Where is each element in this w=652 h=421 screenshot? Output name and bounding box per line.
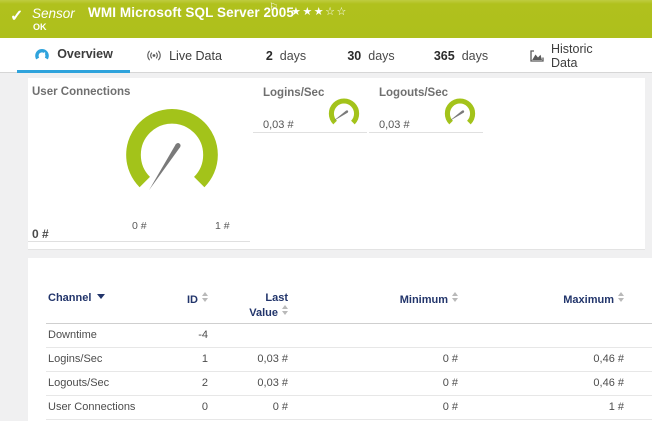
cell-minimum: 0 # <box>290 396 460 420</box>
gauge-min-label: 0 # <box>132 220 147 232</box>
cell-maximum: 0,46 # <box>460 348 626 372</box>
tab-label: Historic Data <box>551 42 622 70</box>
column-header-filler <box>626 292 652 324</box>
tab-label: Overview <box>57 47 113 61</box>
sort-icon <box>202 292 208 302</box>
cell-channel[interactable]: Logins/Sec <box>46 348 158 372</box>
cell-channel[interactable]: Logouts/Sec <box>46 372 158 396</box>
tab-30-days[interactable]: 30 days <box>342 38 400 73</box>
broadcast-icon <box>146 49 162 62</box>
logouts-sec-gauge-panel: Logouts/Sec 0,03 # <box>369 78 483 133</box>
tab-label: days <box>368 49 394 63</box>
sort-icon <box>618 292 624 302</box>
table-row-logins-sec[interactable]: Logins/Sec 1 0,03 # 0 # 0,46 # <box>46 348 652 372</box>
cell-minimum <box>290 324 460 348</box>
tab-number: 30 <box>347 49 361 63</box>
status-badge: OK <box>33 22 47 32</box>
logouts-sec-gauge <box>442 95 478 131</box>
cell-channel[interactable]: User Connections <box>46 396 158 420</box>
logins-sec-gauge <box>326 95 362 131</box>
tab-number: 365 <box>434 49 455 63</box>
cell-last-value: 0,03 # <box>210 372 290 396</box>
cell-channel[interactable]: Downtime <box>46 324 158 348</box>
gauge-icon <box>34 47 50 61</box>
flag-icon[interactable]: ⚐ <box>269 2 278 13</box>
sensor-header: ✓ Sensor WMI Microsoft SQL Server 2005 ⚐… <box>0 0 652 38</box>
sensor-tab-bar: Overview Live Data 2 days 30 days 365 da… <box>0 38 652 73</box>
cell-minimum: 0 # <box>290 348 460 372</box>
sensor-title: WMI Microsoft SQL Server 2005 <box>88 5 294 20</box>
cell-minimum: 0 # <box>290 372 460 396</box>
gauge-title: Logouts/Sec <box>379 87 448 99</box>
user-connections-gauge <box>117 98 227 208</box>
status-ok-check-icon: ✓ <box>10 6 23 26</box>
table-row-user-connections[interactable]: User Connections 0 0 # 0 # 1 # <box>46 396 652 420</box>
tab-2-days[interactable]: 2 days <box>258 38 314 73</box>
logins-sec-gauge-panel: Logins/Sec 0,03 # <box>253 78 367 133</box>
cell-maximum: 1 # <box>460 396 626 420</box>
column-header-last-value[interactable]: Last Value <box>210 292 290 324</box>
priority-stars[interactable]: ★★★☆☆ <box>291 5 348 18</box>
cell-last-value <box>210 324 290 348</box>
gauge-title: Logins/Sec <box>263 87 324 99</box>
tab-live-data[interactable]: Live Data <box>146 38 222 73</box>
cell-maximum <box>460 324 626 348</box>
cell-maximum: 0,46 # <box>460 372 626 396</box>
gauge-current-value: 0,03 # <box>379 119 410 131</box>
overview-gauges-card: User Connections 0 # 1 # 0 # Logins/Sec … <box>28 78 645 250</box>
cell-last-value: 0,03 # <box>210 348 290 372</box>
tab-historic-data[interactable]: Historic Data <box>530 38 622 73</box>
gauge-current-value: 0,03 # <box>263 119 294 131</box>
column-header-minimum[interactable]: Minimum <box>290 292 460 324</box>
cell-id: 2 <box>158 372 210 396</box>
table-row-downtime[interactable]: Downtime -4 <box>46 324 652 348</box>
cell-id: 1 <box>158 348 210 372</box>
sort-desc-icon <box>97 294 105 299</box>
column-header-channel[interactable]: Channel <box>46 292 158 324</box>
table-row-logouts-sec[interactable]: Logouts/Sec 2 0,03 # 0 # 0,46 # <box>46 372 652 396</box>
table-header-row: Channel ID Last Value Minimum Maximum <box>46 292 652 324</box>
sort-icon <box>282 305 288 315</box>
channels-table-card: Channel ID Last Value Minimum Maximum <box>28 258 652 421</box>
tab-label: days <box>280 49 306 63</box>
tab-label: days <box>462 49 488 63</box>
sensor-kind-label: Sensor <box>32 6 75 21</box>
tab-365-days[interactable]: 365 days <box>428 38 494 73</box>
sort-icon <box>452 292 458 302</box>
cell-id: -4 <box>158 324 210 348</box>
cell-id: 0 <box>158 396 210 420</box>
gauge-max-label: 1 # <box>215 220 230 232</box>
gauge-current-value: 0 # <box>32 227 49 241</box>
tab-number: 2 <box>266 49 273 63</box>
area-chart-icon <box>530 50 544 62</box>
column-header-id[interactable]: ID <box>158 292 210 324</box>
gauge-title: User Connections <box>32 86 130 98</box>
column-header-maximum[interactable]: Maximum <box>460 292 626 324</box>
channels-table: Channel ID Last Value Minimum Maximum <box>46 292 652 420</box>
cell-last-value: 0 # <box>210 396 290 420</box>
tab-overview[interactable]: Overview <box>17 38 130 73</box>
tab-label: Live Data <box>169 49 222 63</box>
user-connections-gauge-panel: User Connections 0 # 1 # 0 # <box>28 78 250 242</box>
